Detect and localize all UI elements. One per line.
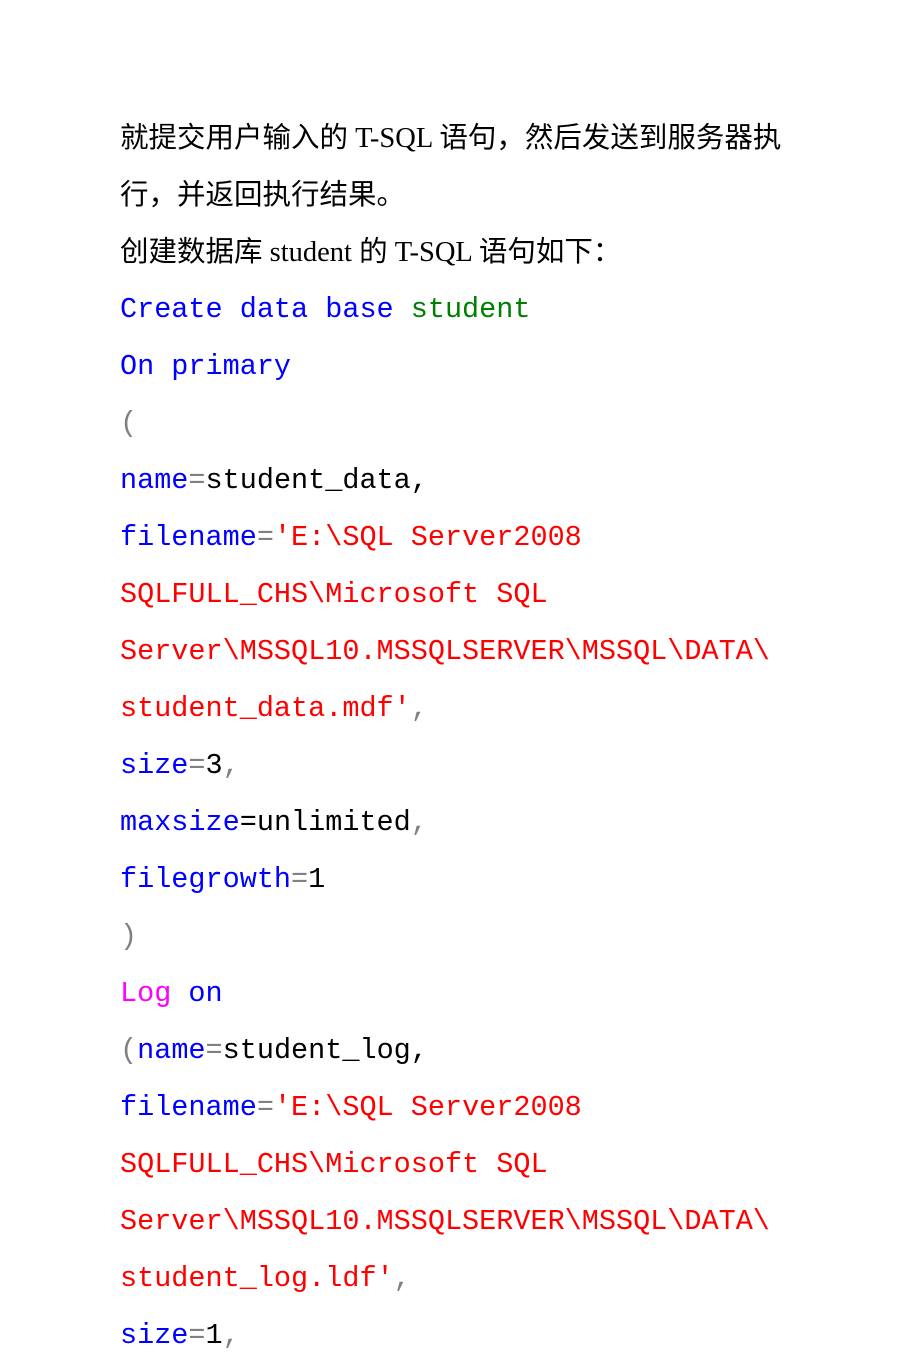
- keyword: filegrowth: [120, 863, 291, 896]
- paragraph-line: 行，并返回执行结果。: [120, 167, 800, 224]
- keyword: name: [120, 464, 188, 497]
- keyword: size: [120, 749, 188, 782]
- document-page: 就提交用户输入的 T-SQL 语句，然后发送到服务器执 行，并返回执行结果。 创…: [0, 0, 920, 1364]
- code-line: filename='E:\SQL Server2008: [120, 1079, 800, 1136]
- code-line: Server\MSSQL10.MSSQLSERVER\MSSQL\DATA\: [120, 1193, 800, 1250]
- value: 1: [308, 863, 325, 896]
- operator: =: [291, 863, 308, 896]
- keyword: on: [171, 977, 222, 1010]
- paragraph-line: 创建数据库 student 的 T-SQL 语句如下：: [120, 224, 800, 281]
- string: student_data.mdf': [120, 692, 411, 725]
- code-line: Server\MSSQL10.MSSQLSERVER\MSSQL\DATA\: [120, 623, 800, 680]
- code-line: On primary: [120, 338, 800, 395]
- code-line: SQLFULL_CHS\Microsoft SQL: [120, 566, 800, 623]
- code-line: size=3,: [120, 737, 800, 794]
- code-line: (name=student_log,: [120, 1022, 800, 1079]
- code-line: size=1,: [120, 1307, 800, 1364]
- punct: ,: [223, 1319, 240, 1352]
- code-line: maxsize=unlimited,: [120, 794, 800, 851]
- code-line: (: [120, 395, 800, 452]
- punct: ,: [394, 1262, 411, 1295]
- code-line: name=student_data,: [120, 452, 800, 509]
- keyword: Log: [120, 977, 171, 1010]
- value: 1: [206, 1319, 223, 1352]
- code-line: filename='E:\SQL Server2008: [120, 509, 800, 566]
- paragraph-line: 就提交用户输入的 T-SQL 语句，然后发送到服务器执: [120, 110, 800, 167]
- value: 3: [206, 749, 223, 782]
- value: student_data,: [206, 464, 428, 497]
- punct: ,: [411, 692, 428, 725]
- operator: =: [257, 521, 274, 554]
- string: student_log.ldf': [120, 1262, 394, 1295]
- operator: =: [188, 464, 205, 497]
- keyword: filename: [120, 1091, 257, 1124]
- code-line: student_data.mdf',: [120, 680, 800, 737]
- value: student_log,: [223, 1034, 428, 1067]
- identifier: student: [411, 293, 531, 326]
- string: 'E:\SQL Server2008: [274, 1091, 599, 1124]
- operator: =: [188, 1319, 205, 1352]
- keyword: Create data base: [120, 293, 411, 326]
- operator: =: [188, 749, 205, 782]
- punct: ,: [223, 749, 240, 782]
- operator: =: [257, 1091, 274, 1124]
- operator: =: [206, 1034, 223, 1067]
- code-line: ): [120, 908, 800, 965]
- code-line: filegrowth=1: [120, 851, 800, 908]
- keyword: filename: [120, 521, 257, 554]
- code-line: SQLFULL_CHS\Microsoft SQL: [120, 1136, 800, 1193]
- punct: (: [120, 1034, 137, 1067]
- code-line: student_log.ldf',: [120, 1250, 800, 1307]
- keyword: name: [137, 1034, 205, 1067]
- value: =unlimited: [240, 806, 411, 839]
- code-line: Log on: [120, 965, 800, 1022]
- string: 'E:\SQL Server2008: [274, 521, 599, 554]
- keyword: size: [120, 1319, 188, 1352]
- keyword: maxsize: [120, 806, 240, 839]
- code-line: Create data base student: [120, 281, 800, 338]
- punct: ,: [411, 806, 428, 839]
